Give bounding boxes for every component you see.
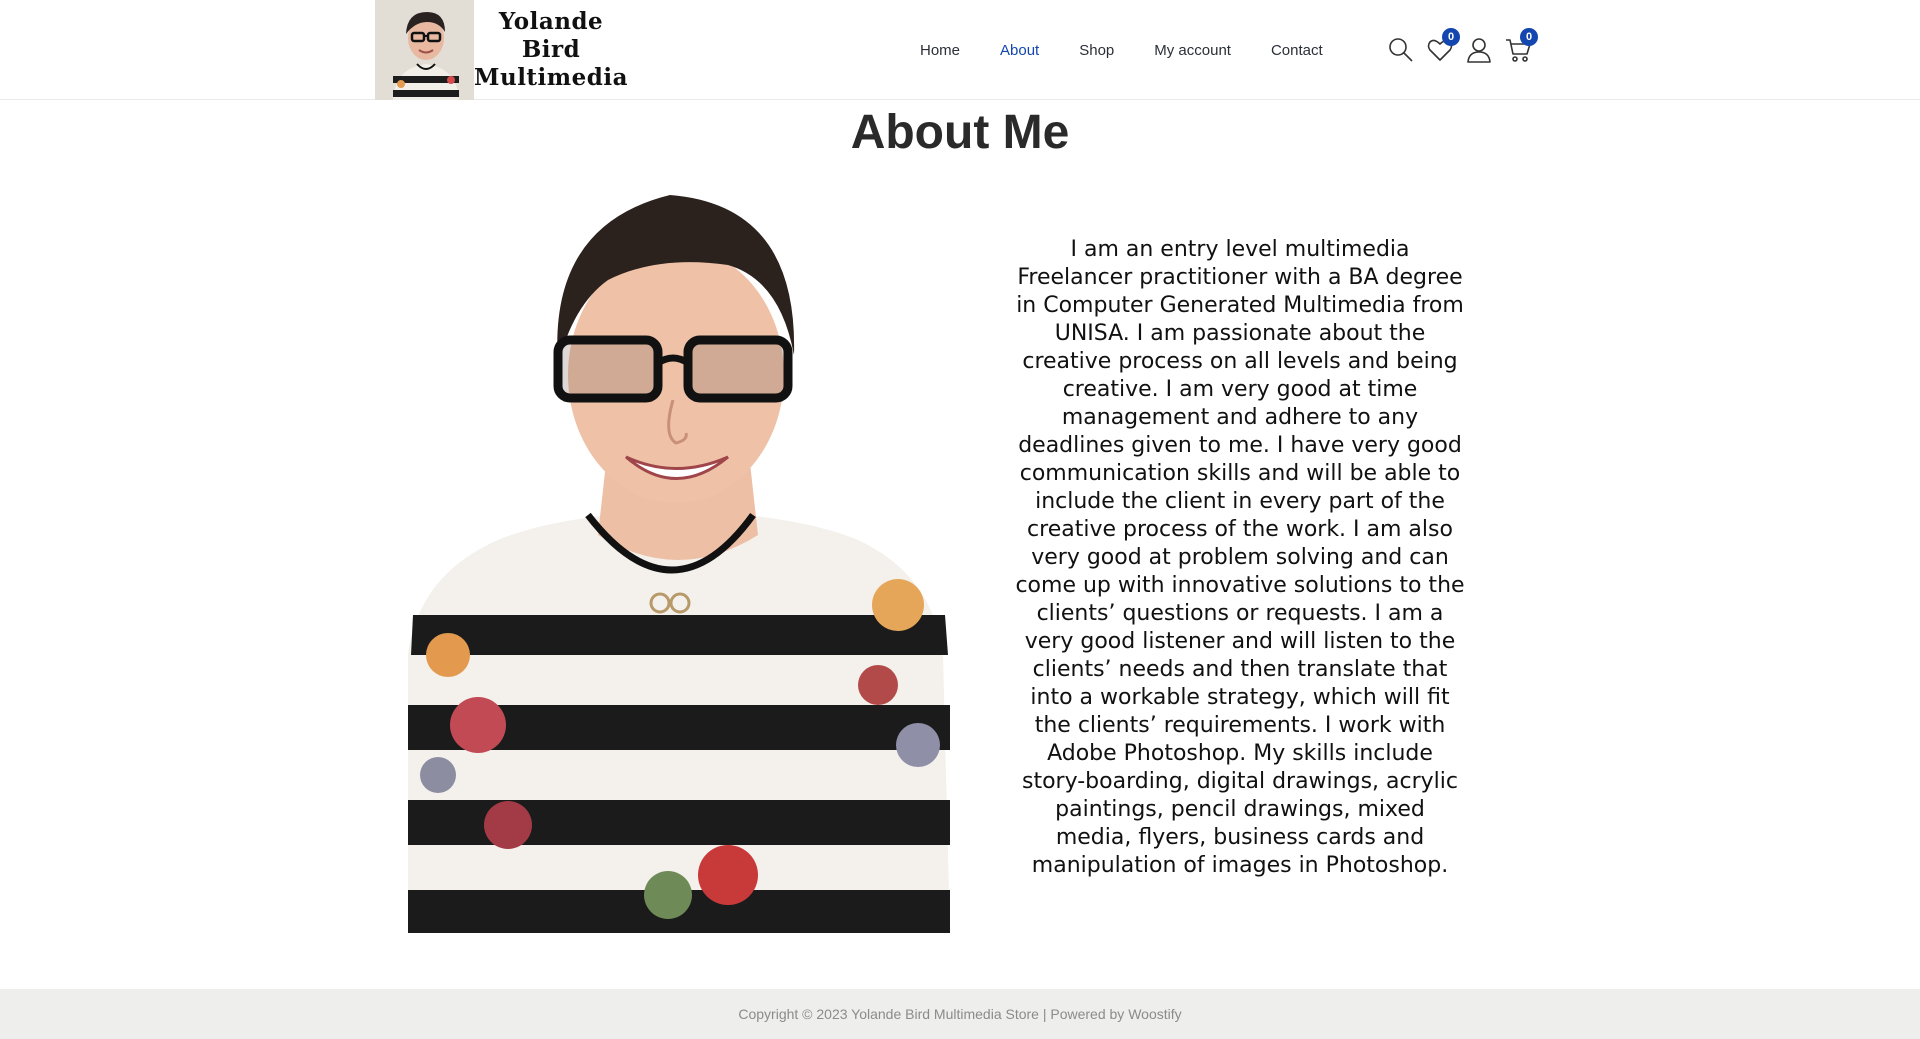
site-header: Yolande Bird Multimedia Home About Shop … (0, 0, 1920, 100)
site-footer: Copyright © 2023 Yolande Bird Multimedia… (0, 989, 1920, 1039)
portrait-image (408, 185, 950, 933)
site-logo[interactable]: Yolande Bird Multimedia (375, 0, 628, 100)
nav-home[interactable]: Home (920, 42, 960, 59)
wishlist-button[interactable]: 0 (1424, 28, 1460, 66)
search-icon (1389, 38, 1413, 62)
nav-my-account[interactable]: My account (1154, 42, 1231, 59)
wishlist-count-badge: 0 (1442, 28, 1460, 46)
cart-button[interactable]: 0 (1502, 28, 1538, 66)
logo-photo (375, 0, 475, 100)
logo-line-2: Bird (521, 36, 581, 63)
nav-shop[interactable]: Shop (1079, 42, 1114, 59)
account-button[interactable] (1463, 34, 1495, 66)
cart-count-badge: 0 (1520, 28, 1538, 46)
logo-text: Yolande Bird Multimedia (474, 0, 628, 100)
logo-line-3: Multimedia (474, 64, 628, 91)
nav-contact[interactable]: Contact (1271, 42, 1323, 59)
header-icons: 0 0 (1385, 28, 1541, 70)
nav-about[interactable]: About (1000, 42, 1039, 59)
search-button[interactable] (1385, 34, 1417, 66)
page-title: About Me (850, 106, 1070, 159)
footer-copyright: Copyright © 2023 Yolande Bird Multimedia… (738, 1006, 1182, 1022)
main-nav: Home About Shop My account Contact (920, 36, 1363, 64)
user-icon (1467, 38, 1491, 63)
logo-line-1: Yolande (498, 8, 604, 35)
bio-text: I am an entry level multimedia Freelance… (1015, 237, 1465, 878)
